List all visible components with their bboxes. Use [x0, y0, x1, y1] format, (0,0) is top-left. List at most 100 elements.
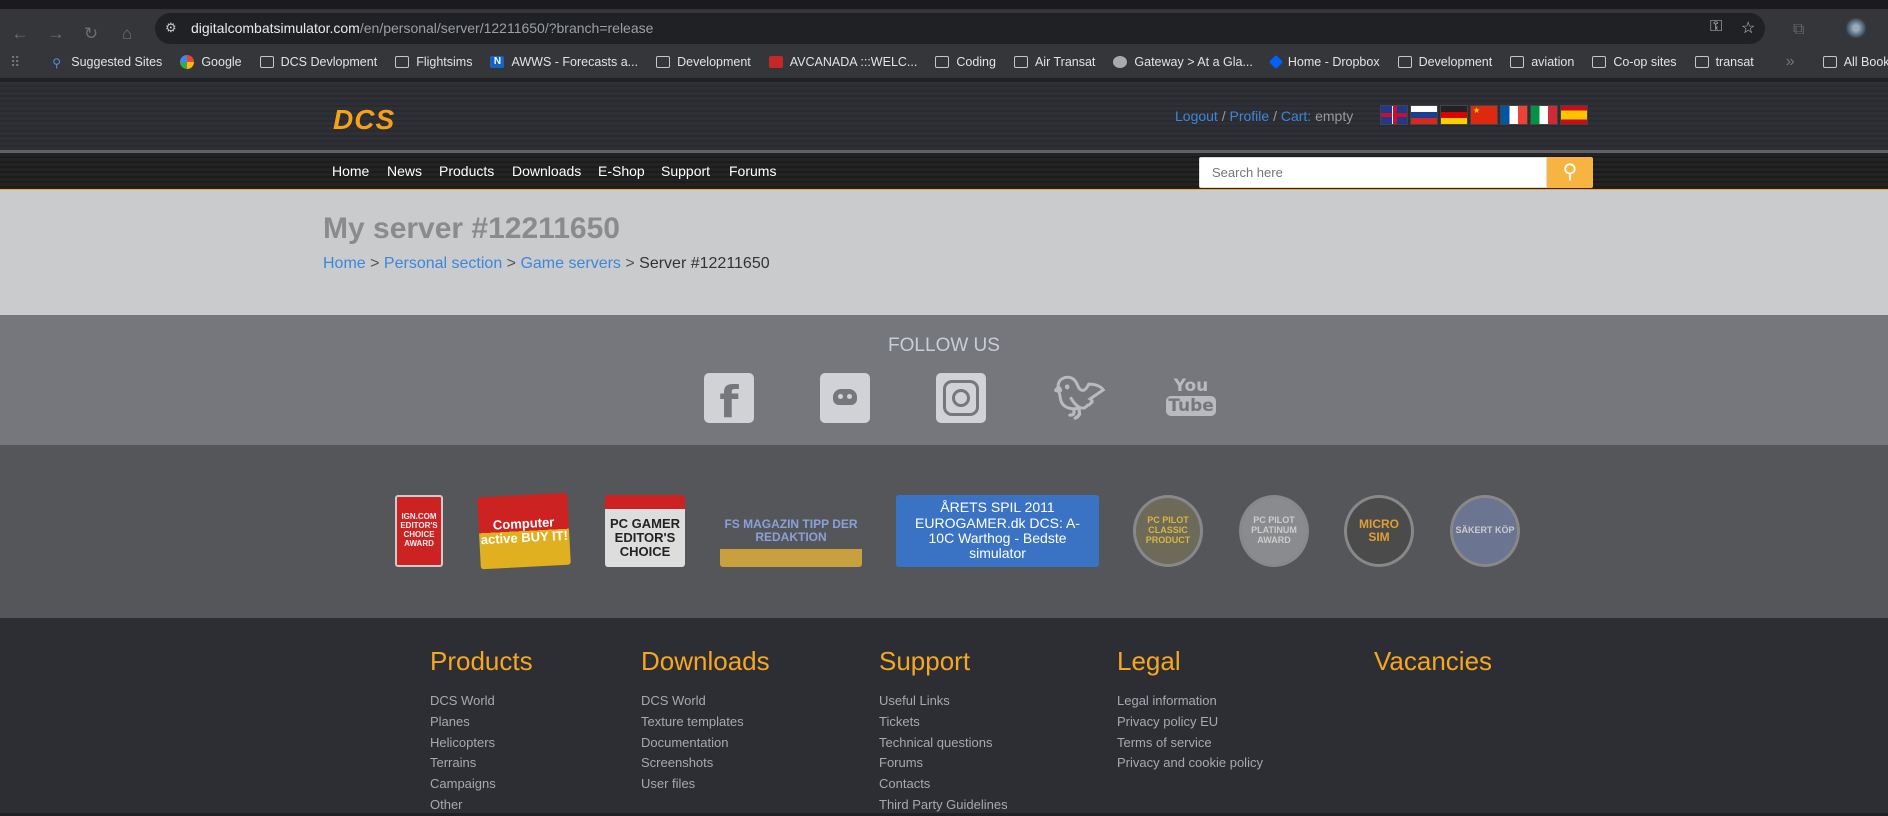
footer-link[interactable]: Privacy policy EU [1117, 712, 1263, 733]
footer-link[interactable]: User files [641, 774, 770, 795]
footer-column-legal: Legal Legal information Privacy policy EU T… [1117, 646, 1263, 774]
bookmark-item[interactable]: transat [1694, 55, 1754, 69]
footer-link[interactable]: Contacts [879, 774, 1008, 795]
logout-link[interactable]: Logout [1175, 108, 1218, 124]
bookmark-item[interactable]: Development [1397, 55, 1493, 69]
nav-downloads[interactable]: Downloads [512, 163, 581, 179]
bookmark-item[interactable]: DCS Devlopment [259, 55, 378, 69]
site-info-icon[interactable]: ⚙ [165, 20, 177, 36]
bookmark-label: Development [1418, 55, 1493, 69]
footer-link[interactable]: Terms of service [1117, 733, 1263, 754]
flag-en[interactable] [1380, 105, 1408, 125]
browser-toolbar: ← → ↻ ⌂ ⚙ digitalcombatsimulator.com/en/… [0, 10, 1888, 46]
breadcrumb-home[interactable]: Home [323, 255, 366, 272]
url-text[interactable]: digitalcombatsimulator.com/en/personal/s… [191, 20, 653, 36]
flag-de[interactable] [1440, 105, 1468, 125]
footer-link[interactable]: Texture templates [641, 712, 770, 733]
follow-section: FOLLOW US f 🐦︎ You Tube [0, 315, 1888, 445]
footer-link[interactable]: Planes [430, 712, 533, 733]
bookmark-label: Gateway > At a Gla... [1134, 55, 1253, 69]
footer-link[interactable]: Campaigns [430, 774, 533, 795]
avatar[interactable] [1846, 18, 1866, 38]
home-icon[interactable]: ⌂ [115, 22, 139, 46]
nav-home[interactable]: Home [332, 163, 369, 179]
breadcrumb-personal[interactable]: Personal section [384, 255, 502, 272]
footer-link[interactable]: DCS World [641, 691, 770, 712]
flag-it[interactable] [1530, 105, 1558, 125]
globe-icon [1113, 56, 1128, 68]
bookmark-item[interactable]: Home - Dropbox [1268, 54, 1380, 70]
search-input[interactable] [1199, 157, 1547, 188]
bookmark-item[interactable]: ⚲ Suggested Sites [52, 55, 162, 70]
nav-products[interactable]: Products [439, 163, 494, 179]
extensions-icon[interactable]: ⧉ [1793, 21, 1804, 39]
nav-eshop[interactable]: E-Shop [598, 163, 645, 179]
folder-icon [1694, 56, 1709, 68]
cart-value: empty [1315, 108, 1354, 124]
bookmark-item[interactable]: Co-op sites [1592, 55, 1677, 69]
bookmark-item[interactable]: N AWWS - Forecasts a... [490, 55, 638, 69]
footer-link[interactable]: Terrains [430, 753, 533, 774]
flag-ru[interactable] [1410, 105, 1438, 125]
footer-heading[interactable]: Vacancies [1374, 646, 1492, 677]
footer-link[interactable]: Useful Links [879, 691, 1008, 712]
profile-link[interactable]: Profile [1230, 108, 1270, 124]
cart-link[interactable]: Cart: [1281, 108, 1311, 124]
nav-support[interactable]: Support [661, 163, 710, 179]
footer-heading: Support [879, 646, 971, 676]
bookmark-label: Flightsims [416, 55, 473, 69]
folder-icon [656, 56, 671, 68]
youtube-icon[interactable]: You Tube [1166, 373, 1216, 423]
footer-link[interactable]: DCS World [430, 691, 533, 712]
bookmark-item[interactable]: Google [180, 55, 242, 69]
google-icon [180, 55, 195, 69]
footer-link[interactable]: Tickets [879, 712, 1008, 733]
dcs-logo[interactable]: DCS [333, 104, 395, 136]
footer-link[interactable]: Helicopters [430, 733, 533, 754]
search-button[interactable]: ⚲ [1547, 157, 1593, 188]
instagram-icon[interactable] [936, 373, 986, 423]
footer-link[interactable]: Documentation [641, 733, 770, 754]
bookmark-label: AVCANADA :::WELC... [789, 55, 918, 69]
address-bar[interactable]: ⚙ digitalcombatsimulator.com/en/personal… [155, 13, 1765, 44]
reload-icon[interactable]: ↻ [79, 22, 103, 46]
apps-icon[interactable]: ⠿ [10, 54, 20, 71]
award-computeractive: Computer active BUY IT! [477, 492, 571, 570]
bookmark-label: Air Transat [1034, 55, 1096, 69]
twitter-icon[interactable]: 🐦︎ [1053, 373, 1106, 423]
all-bookmarks[interactable]: All Bookmarks [1822, 55, 1888, 69]
bookmark-item[interactable]: aviation [1510, 55, 1574, 69]
bookmark-item[interactable]: Development [656, 55, 751, 69]
footer-column-products: Products DCS World Planes Helicopters Terrai… [430, 646, 533, 816]
nav-news[interactable]: News [387, 163, 422, 179]
nav-forums[interactable]: Forums [729, 163, 776, 179]
bookmark-item[interactable]: Flightsims [395, 55, 472, 69]
bookmark-label: DCS Devlopment [280, 55, 378, 69]
bookmark-item[interactable]: Coding [935, 55, 996, 69]
search-icon: ⚲ [1562, 161, 1578, 183]
star-icon[interactable]: ☆ [1741, 18, 1755, 38]
footer-link[interactable]: Technical questions [879, 733, 1008, 754]
flag-es[interactable] [1560, 105, 1588, 125]
facebook-icon[interactable]: f [704, 373, 754, 428]
forward-icon[interactable]: → [44, 22, 68, 46]
more-bookmarks-icon[interactable]: » [1786, 53, 1795, 71]
footer-link[interactable]: Privacy and cookie policy [1117, 753, 1263, 774]
breadcrumb-game-servers[interactable]: Game servers [520, 255, 620, 272]
follow-title: FOLLOW US [888, 335, 1000, 356]
footer-link[interactable]: Forums [879, 753, 1008, 774]
footer-link[interactable]: Legal information [1117, 691, 1263, 712]
bookmark-item[interactable]: Gateway > At a Gla... [1113, 55, 1253, 69]
bookmark-item[interactable]: AVCANADA :::WELC... [768, 55, 918, 69]
flag-cn[interactable]: ★ [1470, 105, 1498, 125]
page-title: My server #12211650 [323, 212, 620, 245]
folder-icon [1397, 56, 1412, 68]
back-icon[interactable]: ← [8, 22, 32, 46]
award-pcpilot-platinum: PC PILOT PLATINUM AWARD [1239, 495, 1309, 567]
bookmark-item[interactable]: Air Transat [1013, 55, 1096, 69]
footer-link[interactable]: Screenshots [641, 753, 770, 774]
discord-icon[interactable] [820, 373, 870, 423]
folder-icon [1592, 56, 1607, 68]
key-icon[interactable]: ⚿ [1710, 18, 1722, 36]
flag-fr[interactable] [1500, 105, 1528, 125]
